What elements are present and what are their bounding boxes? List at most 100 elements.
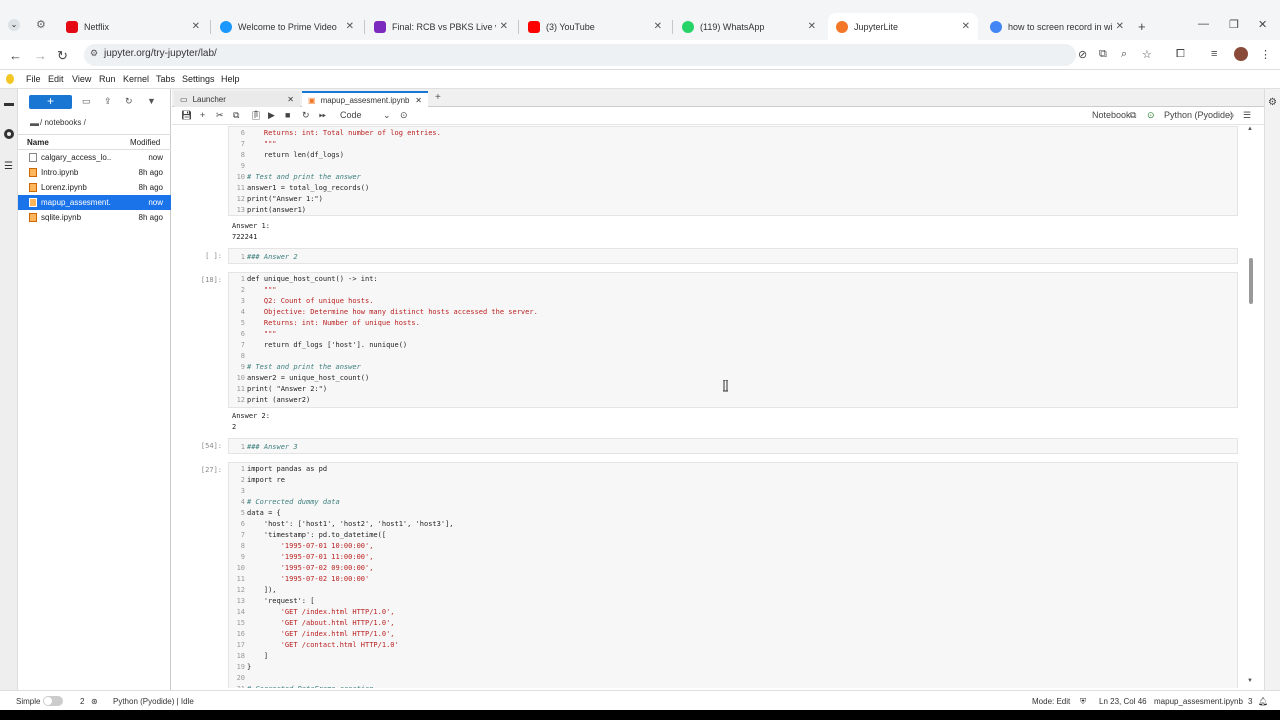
- close-icon[interactable]: ✕: [962, 21, 970, 32]
- menu-run[interactable]: Run: [99, 74, 116, 84]
- kernel-status[interactable]: Python (Pyodide) | Idle: [113, 697, 194, 706]
- table-of-contents-icon[interactable]: ☰: [4, 161, 13, 172]
- cut-icon[interactable]: ✂: [216, 110, 224, 121]
- line-number: 8: [240, 542, 245, 550]
- code-line: Q2: Count of unique hosts.: [247, 297, 374, 305]
- tab-google-search[interactable]: how to screen record in windo✕: [982, 13, 1132, 40]
- run-all-icon[interactable]: ⏩︎: [319, 110, 326, 121]
- launcher-icon: ▭: [180, 94, 188, 104]
- forward-icon[interactable]: →: [34, 48, 47, 63]
- scrollbar[interactable]: ▲ ▼: [1246, 126, 1256, 688]
- tab-netflix[interactable]: Netflix ✕: [58, 13, 208, 40]
- code-cell[interactable]: 6 Returns: int: Total number of log entr…: [228, 126, 1238, 216]
- close-icon[interactable]: ✕: [415, 96, 422, 105]
- property-inspector-icon[interactable]: ⚙: [1268, 97, 1277, 108]
- column-modified[interactable]: Modified: [130, 138, 160, 147]
- markdown-cell[interactable]: 1 ### Answer 2: [228, 248, 1238, 264]
- bookmark-star-icon[interactable]: ☆: [1142, 48, 1152, 61]
- tab-rcb-pbks[interactable]: Final: RCB vs PBKS Live video✕: [366, 13, 516, 40]
- refresh-icon[interactable]: ↻: [125, 96, 133, 107]
- url-bar[interactable]: ⚙ jupyter.org/try-jupyter/lab/: [84, 44, 1076, 66]
- install-icon[interactable]: ⧉: [1099, 48, 1107, 61]
- save-icon[interactable]: 💾︎: [181, 110, 192, 121]
- folder-icon[interactable]: ▬: [4, 98, 14, 109]
- cell-type-select[interactable]: Code: [340, 110, 400, 120]
- simple-mode-toggle[interactable]: [43, 696, 63, 706]
- open-new-icon[interactable]: ⧉: [1130, 110, 1136, 121]
- kebab-menu-icon[interactable]: ⋮: [1260, 48, 1271, 61]
- chevron-down-icon[interactable]: ⌄: [383, 110, 391, 121]
- tab-whatsapp[interactable]: (119) WhatsApp ✕: [674, 13, 824, 40]
- gear-icon[interactable]: ⚙: [36, 18, 46, 31]
- scroll-up-icon[interactable]: ▲: [1247, 126, 1253, 132]
- menu-edit[interactable]: Edit: [48, 74, 64, 84]
- insert-cell-icon[interactable]: +: [200, 110, 205, 120]
- run-icon[interactable]: ▶: [268, 110, 275, 121]
- running-kernels-icon[interactable]: [4, 129, 14, 139]
- line-number: 6: [240, 129, 245, 137]
- menu-settings[interactable]: Settings: [182, 74, 215, 84]
- menu-file[interactable]: File: [26, 74, 41, 84]
- upload-icon[interactable]: ⇪: [104, 96, 112, 107]
- tab-jupyterlite[interactable]: JupyterLite ✕: [828, 13, 978, 40]
- back-icon[interactable]: ←: [9, 48, 22, 63]
- close-icon[interactable]: ✕: [287, 95, 294, 104]
- breadcrumb[interactable]: / notebooks /: [40, 118, 86, 127]
- paste-icon[interactable]: 📋︎: [250, 110, 261, 121]
- terminal-count[interactable]: 2: [80, 697, 84, 706]
- tab-prime-video[interactable]: Welcome to Prime Video ✕: [212, 13, 362, 40]
- notification-count[interactable]: 3: [1248, 697, 1252, 706]
- extension-off-icon[interactable]: ⊘: [1078, 48, 1087, 61]
- notebook-panel[interactable]: 6 Returns: int: Total number of log entr…: [172, 126, 1258, 688]
- file-item[interactable]: mapup_assesment... now: [18, 195, 171, 210]
- cursor-position[interactable]: Ln 23, Col 46: [1099, 697, 1147, 706]
- close-icon[interactable]: ✕: [808, 21, 816, 32]
- restart-icon[interactable]: ↻: [302, 110, 310, 121]
- menu-tabs[interactable]: Tabs: [156, 74, 175, 84]
- minimize-icon[interactable]: —: [1198, 18, 1209, 30]
- extensions-icon[interactable]: ⧠: [1176, 48, 1185, 61]
- reload-icon[interactable]: ↻: [57, 48, 68, 64]
- add-tab-icon[interactable]: +: [435, 92, 441, 103]
- site-info-icon[interactable]: ⚙: [90, 48, 98, 59]
- tab-youtube[interactable]: (3) YouTube ✕: [520, 13, 670, 40]
- window-close-icon[interactable]: ✕: [1258, 18, 1267, 31]
- tab-launcher[interactable]: ▭ Launcher ✕: [174, 91, 300, 107]
- kernel-name[interactable]: Python (Pyodide): [1164, 110, 1233, 120]
- markdown-cell[interactable]: 1 ### Answer 3: [228, 438, 1238, 454]
- close-icon[interactable]: ✕: [500, 21, 508, 32]
- new-folder-icon[interactable]: ▭: [82, 96, 91, 107]
- menu-icon[interactable]: ☰: [1243, 110, 1251, 121]
- media-icon[interactable]: ≡: [1211, 48, 1217, 60]
- close-icon[interactable]: ✕: [346, 21, 354, 32]
- menu-help[interactable]: Help: [221, 74, 240, 84]
- zoom-icon[interactable]: ⌕: [1121, 48, 1127, 61]
- code-cell[interactable]: 1 import pandas as pd 2 import re 3 4 # Correc…: [228, 462, 1238, 688]
- maximize-icon[interactable]: ❐: [1229, 18, 1239, 31]
- file-item[interactable]: calgary_access_lo... now: [18, 150, 171, 165]
- close-icon[interactable]: ✕: [654, 21, 662, 32]
- notebook-mode-label[interactable]: Notebook: [1092, 110, 1131, 120]
- file-item[interactable]: Intro.ipynb 8h ago: [18, 165, 171, 180]
- line-number: 6: [240, 330, 245, 338]
- tab-search-icon[interactable]: ⌄: [8, 19, 20, 31]
- stop-icon[interactable]: ■: [285, 110, 290, 120]
- close-icon[interactable]: ✕: [192, 21, 200, 32]
- copy-icon[interactable]: ⧉: [233, 110, 239, 121]
- new-tab-icon[interactable]: +: [1138, 19, 1146, 34]
- tab-notebook[interactable]: ▣ mapup_assesment.ipynb ✕: [302, 91, 428, 107]
- scroll-down-icon[interactable]: ▼: [1247, 678, 1253, 684]
- bell-icon[interactable]: 🔔︎: [1258, 697, 1268, 706]
- menu-view[interactable]: View: [72, 74, 91, 84]
- code-cell[interactable]: 1 def unique_host_count() -> int: 2 """ 3 Q…: [228, 272, 1238, 408]
- new-launcher-button[interactable]: +: [29, 95, 72, 109]
- debugger-icon[interactable]: ⊙: [400, 110, 408, 121]
- column-name[interactable]: Name: [27, 138, 49, 147]
- filter-icon[interactable]: ▼: [147, 96, 156, 106]
- scrollbar-thumb[interactable]: [1249, 258, 1253, 304]
- file-item[interactable]: sqlite.ipynb 8h ago: [18, 210, 171, 225]
- menu-kernel[interactable]: Kernel: [123, 74, 149, 84]
- profile-avatar[interactable]: [1234, 47, 1248, 61]
- close-icon[interactable]: ✕: [1116, 21, 1124, 32]
- file-item[interactable]: Lorenz.ipynb 8h ago: [18, 180, 171, 195]
